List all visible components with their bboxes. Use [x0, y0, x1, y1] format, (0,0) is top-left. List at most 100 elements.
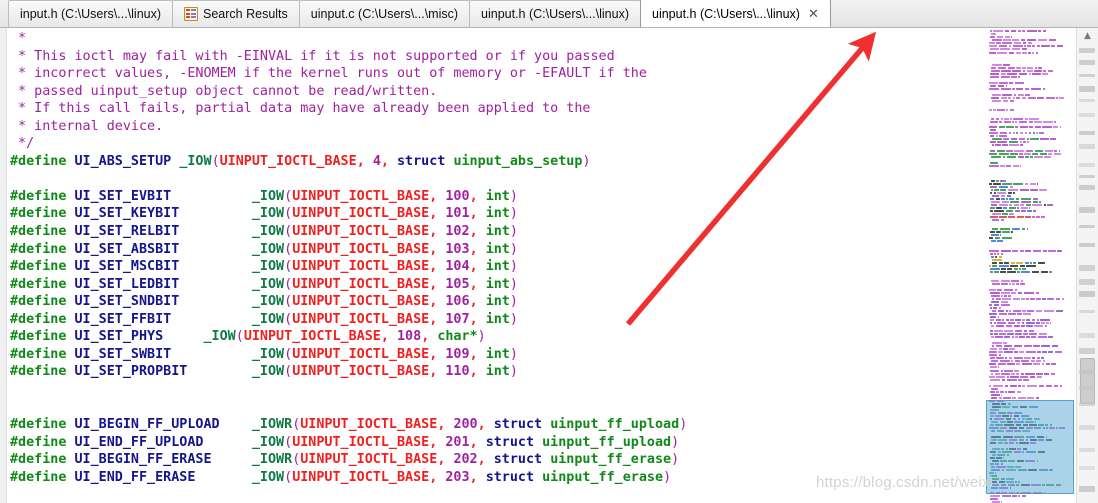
minimap-code-line [1008, 295, 1012, 297]
minimap-code-line [1059, 97, 1065, 99]
code-line[interactable]: #define UI_SET_SNDBIT _IOW(UINPUT_IOCTL_… [10, 293, 687, 311]
code-line[interactable]: #define UI_SET_RELBIT _IOW(UINPUT_IOCTL_… [10, 223, 687, 241]
minimap-code-line [1036, 216, 1040, 218]
code-token: 105 [445, 276, 470, 292]
minimap-code-line [1009, 357, 1012, 359]
code-token: char* [437, 329, 478, 345]
code-line[interactable]: * If this call fails, partial data may h… [10, 100, 687, 118]
editor-gutter [0, 28, 7, 503]
minimap-code-line [990, 231, 995, 233]
code-token: #define [10, 276, 67, 292]
minimap-code-line [1042, 126, 1052, 128]
minimap-code-line [1048, 250, 1056, 252]
minimap-code-line [1001, 198, 1005, 200]
code-line[interactable]: #define UI_SET_ABSBIT _IOW(UINPUT_IOCTL_… [10, 241, 687, 259]
minimap-code-line [995, 336, 1003, 338]
minimap-code-line [1002, 94, 1012, 96]
minimap-code-line [1030, 189, 1038, 191]
code-token: 103 [445, 241, 470, 257]
code-line[interactable]: #define UI_SET_LEDBIT _IOW(UINPUT_IOCTL_… [10, 276, 687, 294]
vertical-scrollbar[interactable]: ▲ [1076, 28, 1098, 503]
minimap-code-line [1018, 76, 1021, 78]
minimap-code-line [1018, 397, 1026, 399]
minimap-code-line [1004, 289, 1013, 291]
minimap-code-line [996, 319, 1001, 321]
minimap-code-line [1022, 268, 1026, 270]
code-line[interactable]: #define UI_ABS_SETUP _IOW(UINPUT_IOCTL_B… [10, 153, 687, 171]
code-line[interactable]: * internal device. [10, 118, 687, 136]
minimap-code-line [1022, 228, 1025, 230]
code-line[interactable]: #define UI_SET_MSCBIT _IOW(UINPUT_IOCTL_… [10, 258, 687, 276]
code-line[interactable]: #define UI_BEGIN_FF_UPLOAD _IOWR(UINPUT_… [10, 416, 687, 434]
scroll-up-arrow-icon[interactable]: ▲ [1080, 30, 1095, 43]
code-line[interactable]: * incorrect values, -ENOMEM if the kerne… [10, 65, 687, 83]
minimap-code-line [1051, 363, 1057, 365]
minimap-code-line [1037, 351, 1041, 353]
minimap-viewport-indicator[interactable] [986, 400, 1074, 494]
minimap-code-line [1010, 109, 1014, 111]
minimap-code-line [1003, 348, 1008, 350]
code-content[interactable]: * * This ioctl may fail with -EINVAL if … [10, 30, 687, 503]
minimap-code-line [1033, 198, 1038, 200]
code-line[interactable]: * [10, 30, 687, 48]
code-token: ( [284, 224, 293, 240]
code-line[interactable]: #define UI_SET_EVBIT _IOW(UINPUT_IOCTL_B… [10, 188, 687, 206]
code-editor[interactable]: * * This ioctl may fail with -EINVAL if … [0, 28, 1098, 503]
editor-tab-4[interactable]: uinput.h (C:\Users\...\linux) ✕ [640, 0, 831, 27]
editor-tab-2[interactable]: uinput.c (C:\Users\...\misc) [298, 0, 471, 27]
code-line[interactable]: #define UI_END_FF_UPLOAD _IOW(UINPUT_IOC… [10, 434, 687, 452]
code-line[interactable]: #define UI_SET_KEYBIT _IOW(UINPUT_IOCTL_… [10, 205, 687, 223]
minimap-code-line [989, 237, 993, 239]
code-line[interactable]: * passed uinput_setup object cannot be r… [10, 83, 687, 101]
minimap-code-line [1001, 292, 1010, 294]
code-line[interactable]: #define UI_SET_SWBIT _IOW(UINPUT_IOCTL_B… [10, 346, 687, 364]
minimap-code-line [999, 153, 1009, 155]
minimap-code-line [1007, 363, 1015, 365]
code-line[interactable]: #define UI_END_FF_ERASE _IOW(UINPUT_IOCT… [10, 469, 687, 487]
minimap-code-line [1003, 207, 1007, 209]
close-icon[interactable]: ✕ [808, 7, 819, 20]
code-line[interactable]: #define UI_BEGIN_FF_ERASE _IOWR(UINPUT_I… [10, 451, 687, 469]
code-line[interactable]: #define UI_SET_FFBIT _IOW(UINPUT_IOCTL_B… [10, 311, 687, 329]
minimap-code-line [1017, 271, 1020, 273]
minimap-code-line [991, 67, 996, 69]
code-line[interactable] [10, 170, 687, 188]
minimap-code-line [1024, 345, 1032, 347]
code-token: UINPUT_IOCTL_BASE [292, 469, 430, 485]
minimap-code-line [1008, 97, 1011, 99]
code-token: , [477, 417, 486, 433]
code-line[interactable]: #define UI_SET_PHYS _IOW(UINPUT_IOCTL_BA… [10, 328, 687, 346]
code-line[interactable]: */ [10, 135, 687, 153]
minimap-code-line [1047, 204, 1053, 206]
scrollbar-thumb[interactable] [1080, 358, 1095, 404]
code-token: , [469, 259, 478, 275]
minimap-code-line [990, 307, 992, 309]
scrollbar-marker [1079, 99, 1095, 102]
code-line[interactable]: * This ioctl may fail with -EINVAL if it… [10, 48, 687, 66]
code-token: , [469, 276, 478, 292]
code-line[interactable]: #define UI_SET_PROPBIT _IOW(UINPUT_IOCTL… [10, 363, 687, 381]
minimap-code-line [990, 216, 998, 218]
minimap-code-line [1027, 310, 1034, 312]
minimap-code-line [1032, 153, 1038, 155]
minimap-code-line [992, 283, 1000, 285]
editor-tab-3[interactable]: uinput.h (C:\Users\...\linux) [469, 0, 641, 27]
code-line[interactable] [10, 398, 687, 416]
code-token: int [485, 241, 510, 257]
code-line[interactable] [10, 381, 687, 399]
code-minimap[interactable] [985, 28, 1077, 503]
code-token: 107 [445, 311, 470, 327]
code-token: UI_SET_KEYBIT [74, 206, 180, 222]
minimap-code-line [1001, 250, 1011, 252]
editor-tab-1[interactable]: Search Results [172, 0, 300, 27]
minimap-code-line [1000, 391, 1004, 393]
code-line[interactable] [10, 486, 687, 503]
minimap-code-line [991, 336, 994, 338]
editor-tab-0[interactable]: input.h (C:\Users\...\linux) [8, 0, 174, 27]
